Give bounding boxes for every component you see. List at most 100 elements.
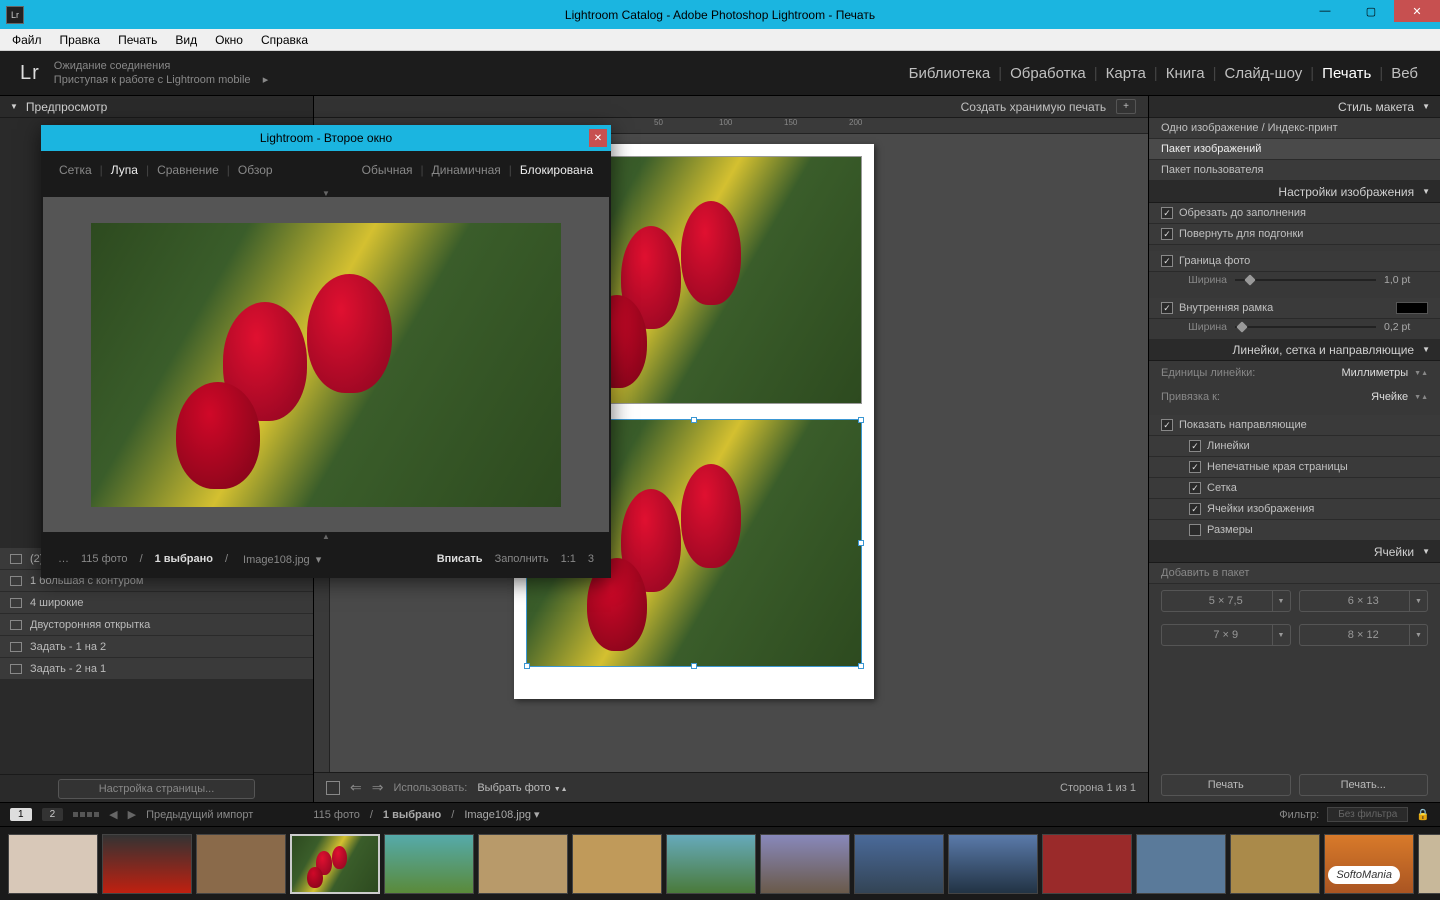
checkbox-icon[interactable] bbox=[1161, 255, 1173, 267]
tab-grid[interactable]: Сетка bbox=[55, 163, 96, 177]
guide-option[interactable]: Сетка bbox=[1149, 478, 1440, 499]
secwin-filename[interactable]: Image108.jpg ▾ bbox=[237, 553, 324, 566]
lock-icon[interactable]: 🔒 bbox=[1416, 808, 1430, 821]
use-dropdown[interactable]: Выбрать фото ▼▲ bbox=[477, 782, 567, 794]
checkbox-icon[interactable] bbox=[1189, 503, 1201, 515]
module-web[interactable]: Веб bbox=[1389, 65, 1420, 82]
menu-view[interactable]: Вид bbox=[167, 31, 205, 49]
checkbox-icon[interactable] bbox=[1189, 524, 1201, 536]
zoom-ratio[interactable]: 3 bbox=[585, 553, 597, 565]
next-page-icon[interactable]: ⇒ bbox=[372, 779, 384, 796]
tab-survey[interactable]: Обзор bbox=[234, 163, 277, 177]
page-setup-button[interactable]: Настройка страницы... bbox=[58, 779, 256, 799]
thumbnail[interactable] bbox=[666, 834, 756, 894]
chevron-down-icon[interactable]: ▼ bbox=[1409, 591, 1427, 611]
thumbnail[interactable] bbox=[102, 834, 192, 894]
identity-line2[interactable]: Приступая к работе с Lightroom mobile ▸ bbox=[54, 73, 268, 87]
tab-compare[interactable]: Сравнение bbox=[153, 163, 223, 177]
thumbnail-selected[interactable] bbox=[290, 834, 380, 894]
thumbnail[interactable] bbox=[1324, 834, 1414, 894]
thumbnail[interactable] bbox=[1418, 834, 1440, 894]
grid-view-icon[interactable] bbox=[73, 812, 99, 817]
thumbnail[interactable] bbox=[8, 834, 98, 894]
select-checkbox[interactable] bbox=[326, 781, 340, 795]
template-item[interactable]: Двусторонняя открытка bbox=[0, 614, 313, 636]
expand-icon[interactable]: ▲ bbox=[41, 532, 611, 540]
chevron-down-icon[interactable]: ▼ bbox=[1409, 625, 1427, 645]
cell-size-button[interactable]: 6 × 13▼ bbox=[1299, 590, 1429, 612]
color-swatch[interactable] bbox=[1396, 302, 1428, 314]
module-map[interactable]: Карта bbox=[1104, 65, 1148, 82]
inner-width-slider[interactable]: Ширина0,2 pt bbox=[1149, 319, 1440, 339]
module-develop[interactable]: Обработка bbox=[1008, 65, 1088, 82]
monitor-2-button[interactable]: 2 bbox=[42, 808, 64, 821]
menu-edit[interactable]: Правка bbox=[52, 31, 109, 49]
thumbnail[interactable] bbox=[384, 834, 474, 894]
ruler-units-dropdown[interactable]: Единицы линейки:Миллиметры▼▲ bbox=[1149, 361, 1440, 385]
guides-header[interactable]: Линейки, сетка и направляющие▼ bbox=[1149, 339, 1440, 361]
more-icon[interactable]: … bbox=[55, 553, 72, 565]
checkbox-icon[interactable] bbox=[1161, 419, 1173, 431]
filename-label[interactable]: Image108.jpg ▾ bbox=[464, 808, 539, 821]
show-guides-row[interactable]: Показать направляющие bbox=[1149, 415, 1440, 436]
tab-normal[interactable]: Обычная bbox=[358, 163, 417, 177]
collapse-icon[interactable]: ▼ bbox=[41, 189, 611, 197]
cells-header[interactable]: Ячейки▼ bbox=[1149, 541, 1440, 563]
layout-option-selected[interactable]: Пакет изображений bbox=[1149, 139, 1440, 160]
zoom-1to1[interactable]: 1:1 bbox=[558, 553, 579, 565]
image-settings-header[interactable]: Настройки изображения▼ bbox=[1149, 181, 1440, 203]
inner-frame-row[interactable]: Внутренняя рамка bbox=[1149, 298, 1440, 319]
guide-option[interactable]: Размеры bbox=[1149, 520, 1440, 541]
checkbox-icon[interactable] bbox=[1161, 302, 1173, 314]
secondary-window[interactable]: Lightroom - Второе окно ✕ Сетка| Лупа| С… bbox=[41, 125, 611, 578]
checkbox-icon[interactable] bbox=[1189, 440, 1201, 452]
create-saved-print-button[interactable]: Создать хранимую печать bbox=[961, 100, 1107, 114]
cell-size-button[interactable]: 7 × 9▼ bbox=[1161, 624, 1291, 646]
zoom-fit[interactable]: Вписать bbox=[434, 553, 486, 565]
guide-option[interactable]: Непечатные края страницы bbox=[1149, 457, 1440, 478]
thumbnail[interactable] bbox=[1230, 834, 1320, 894]
preview-header[interactable]: ▼ Предпросмотр bbox=[0, 96, 313, 118]
module-book[interactable]: Книга bbox=[1164, 65, 1207, 82]
menu-print[interactable]: Печать bbox=[110, 31, 165, 49]
checkbox-icon[interactable] bbox=[1189, 461, 1201, 473]
template-item[interactable]: Задать - 1 на 2 bbox=[0, 636, 313, 658]
thumbnail[interactable] bbox=[1042, 834, 1132, 894]
thumbnail[interactable] bbox=[948, 834, 1038, 894]
minimize-button[interactable]: — bbox=[1302, 0, 1348, 22]
thumbnail[interactable] bbox=[478, 834, 568, 894]
checkbox-icon[interactable] bbox=[1161, 207, 1173, 219]
chevron-down-icon[interactable]: ▼ bbox=[1272, 625, 1290, 645]
cell-size-button[interactable]: 5 × 7,5▼ bbox=[1161, 590, 1291, 612]
print-button[interactable]: Печать bbox=[1161, 774, 1291, 796]
module-print[interactable]: Печать bbox=[1320, 65, 1373, 82]
menu-window[interactable]: Окно bbox=[207, 31, 251, 49]
template-item[interactable]: 4 широкие bbox=[0, 592, 313, 614]
layout-style-header[interactable]: Стиль макета▼ bbox=[1149, 96, 1440, 118]
secwin-close-button[interactable]: ✕ bbox=[589, 129, 607, 147]
layout-option[interactable]: Пакет пользователя bbox=[1149, 160, 1440, 181]
tab-loupe[interactable]: Лупа bbox=[107, 163, 142, 177]
thumbnail[interactable] bbox=[1136, 834, 1226, 894]
module-slideshow[interactable]: Слайд-шоу bbox=[1223, 65, 1305, 82]
source-label[interactable]: Предыдущий импорт bbox=[146, 809, 253, 821]
layout-option[interactable]: Одно изображение / Индекс-принт bbox=[1149, 118, 1440, 139]
add-icon[interactable]: + bbox=[1116, 99, 1136, 114]
thumbnail[interactable] bbox=[760, 834, 850, 894]
module-library[interactable]: Библиотека bbox=[907, 65, 993, 82]
cell-size-button[interactable]: 8 × 12▼ bbox=[1299, 624, 1429, 646]
border-checkbox-row[interactable]: Граница фото bbox=[1149, 251, 1440, 272]
monitor-1-button[interactable]: 1 bbox=[10, 808, 32, 821]
rotate-checkbox-row[interactable]: Повернуть для подгонки bbox=[1149, 224, 1440, 245]
menu-help[interactable]: Справка bbox=[253, 31, 316, 49]
chevron-down-icon[interactable]: ▼ bbox=[1272, 591, 1290, 611]
thumbnail[interactable] bbox=[854, 834, 944, 894]
guide-option[interactable]: Линейки bbox=[1149, 436, 1440, 457]
template-item[interactable]: Задать - 2 на 1 bbox=[0, 658, 313, 680]
filter-dropdown[interactable]: Без фильтра bbox=[1327, 807, 1408, 822]
checkbox-icon[interactable] bbox=[1189, 482, 1201, 494]
guide-option[interactable]: Ячейки изображения bbox=[1149, 499, 1440, 520]
menu-file[interactable]: Файл bbox=[4, 31, 50, 49]
secwin-image-view[interactable] bbox=[43, 197, 609, 532]
thumbnail[interactable] bbox=[572, 834, 662, 894]
